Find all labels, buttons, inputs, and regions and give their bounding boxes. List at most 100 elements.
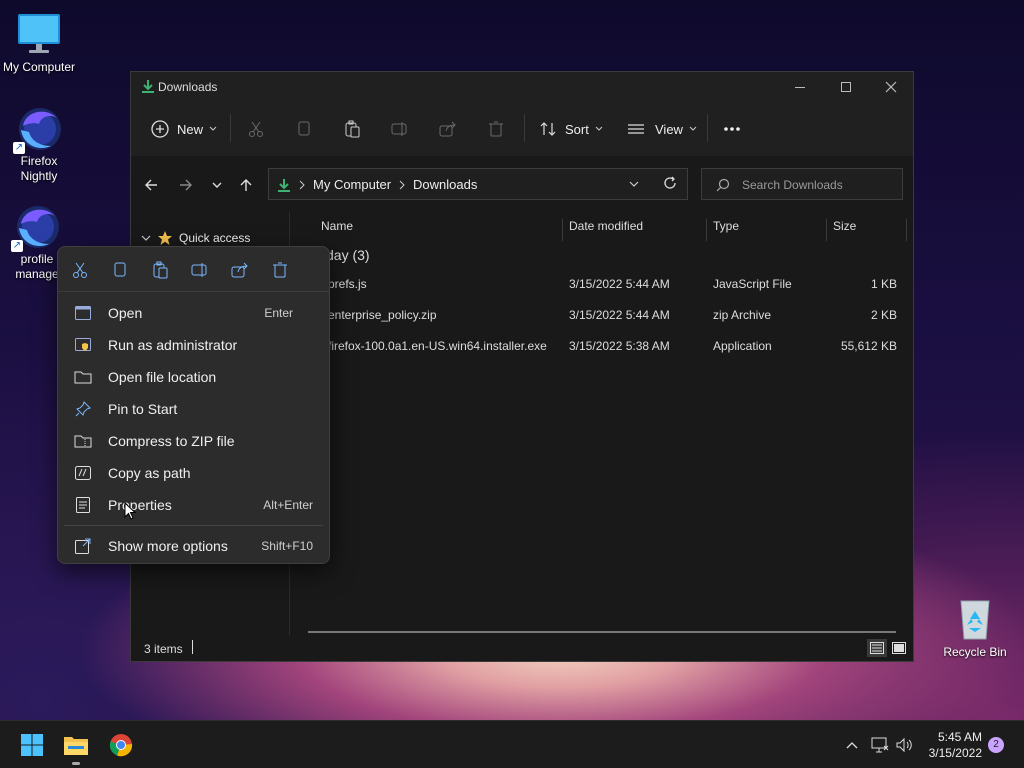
show-hidden-icons-button[interactable] xyxy=(842,735,862,755)
network-icon[interactable] xyxy=(870,735,890,755)
chevron-right-icon xyxy=(399,180,405,190)
start-icon[interactable] xyxy=(16,729,48,761)
search-box[interactable]: Search Downloads xyxy=(701,168,903,200)
menu-item-label: Run as administrator xyxy=(108,337,238,353)
desktop-icon-my-computer[interactable]: My Computer xyxy=(0,10,79,75)
new-label: New xyxy=(177,121,204,137)
download-icon xyxy=(141,79,155,93)
recent-locations-button[interactable] xyxy=(205,173,229,197)
breadcrumb-item[interactable]: My Computer xyxy=(313,177,391,192)
column-header-size[interactable]: Size xyxy=(833,219,856,233)
column-header-name[interactable]: Name xyxy=(321,219,353,233)
more-button[interactable] xyxy=(723,112,741,146)
column-divider xyxy=(562,219,563,241)
arrow-up-icon xyxy=(239,178,253,192)
cut-icon xyxy=(247,120,265,138)
up-button[interactable] xyxy=(234,173,258,197)
column-divider xyxy=(906,219,907,241)
cut-button[interactable] xyxy=(247,112,265,146)
file-date: 3/15/2022 5:44 AM xyxy=(569,308,670,322)
new-button[interactable]: New xyxy=(151,112,217,146)
close-button[interactable] xyxy=(868,72,914,102)
share-button[interactable] xyxy=(439,112,457,146)
menu-item-label: Properties xyxy=(108,497,172,513)
share-icon[interactable] xyxy=(229,259,251,281)
menu-item-open[interactable]: Open Enter xyxy=(64,298,323,328)
context-menu: Open Enter Run as administrator Open fil… xyxy=(57,246,330,564)
sort-button[interactable]: Sort xyxy=(539,112,603,146)
copy-icon xyxy=(295,120,313,138)
horizontal-scrollbar[interactable] xyxy=(308,631,896,633)
cut-icon[interactable] xyxy=(69,259,91,281)
column-header-type[interactable]: Type xyxy=(713,219,739,233)
paste-icon[interactable] xyxy=(149,259,171,281)
sort-label: Sort xyxy=(565,121,589,137)
search-icon xyxy=(716,178,730,192)
menu-item-pin-to-start[interactable]: Pin to Start xyxy=(64,394,323,424)
forward-button[interactable] xyxy=(174,173,198,197)
paste-button[interactable] xyxy=(343,112,361,146)
delete-icon[interactable] xyxy=(269,259,291,281)
copy-icon[interactable] xyxy=(109,259,131,281)
menu-item-properties[interactable]: Properties Alt+Enter xyxy=(64,490,323,520)
status-bar: 3 items xyxy=(131,635,913,661)
file-date: 3/15/2022 5:38 AM xyxy=(569,339,670,353)
address-history-icon[interactable] xyxy=(629,180,639,188)
clock-date: 3/15/2022 xyxy=(928,746,982,760)
menu-item-open-file-location[interactable]: Open file location xyxy=(64,362,323,392)
shield-icon xyxy=(72,334,94,356)
chevron-down-icon xyxy=(595,126,603,132)
file-date: 3/15/2022 5:44 AM xyxy=(569,277,670,291)
path-icon xyxy=(72,462,94,484)
maximize-button[interactable] xyxy=(823,72,869,102)
chevron-down-icon xyxy=(141,234,151,242)
back-button[interactable] xyxy=(139,173,163,197)
view-button[interactable]: View xyxy=(627,112,697,146)
rename-icon[interactable] xyxy=(189,259,211,281)
menu-item-show-more-options[interactable]: Show more options Shift+F10 xyxy=(64,531,323,561)
mouse-cursor-icon xyxy=(124,502,136,520)
refresh-icon[interactable] xyxy=(663,176,677,190)
rename-button[interactable] xyxy=(391,112,409,146)
file-name: firefox-100.0a1.en-US.win64.installer.ex… xyxy=(328,339,547,353)
context-menu-quick-actions xyxy=(58,247,329,292)
status-divider xyxy=(192,640,193,654)
menu-item-run-as-administrator[interactable]: Run as administrator xyxy=(64,330,323,360)
notification-badge[interactable]: 2 xyxy=(988,737,1004,753)
large-icons-view-button[interactable] xyxy=(889,639,909,657)
delete-button[interactable] xyxy=(487,112,505,146)
details-view-button[interactable] xyxy=(867,639,887,657)
minimize-button[interactable] xyxy=(777,72,823,102)
title-bar[interactable]: Downloads xyxy=(131,72,913,102)
table-row[interactable]: enterprise_policy.zip 3/15/2022 5:44 AM … xyxy=(290,299,913,330)
paste-icon xyxy=(343,120,361,138)
group-header[interactable]: day (3) xyxy=(326,247,370,263)
file-size: 55,612 KB xyxy=(840,339,897,353)
table-row[interactable]: prefs.js 3/15/2022 5:44 AM JavaScript Fi… xyxy=(290,268,913,299)
shortcut-arrow-icon: ↗ xyxy=(11,240,23,252)
menu-item-label: Open xyxy=(108,305,143,321)
copy-button[interactable] xyxy=(295,112,313,146)
file-explorer-icon[interactable] xyxy=(60,729,92,765)
desktop-icon-label: My Computer xyxy=(2,60,76,74)
navigation-row: My Computer Downloads Search Downloads xyxy=(131,156,913,212)
table-row[interactable]: firefox-100.0a1.en-US.win64.installer.ex… xyxy=(290,330,913,361)
nav-item-quick-access[interactable]: Quick access xyxy=(141,230,250,246)
system-clock[interactable]: 5:45 AM 3/15/2022 xyxy=(920,729,982,761)
file-type: Application xyxy=(713,339,772,353)
volume-icon[interactable] xyxy=(894,735,914,755)
item-count: 3 items xyxy=(144,642,183,656)
address-bar[interactable]: My Computer Downloads xyxy=(268,168,688,200)
chrome-icon[interactable] xyxy=(105,729,137,761)
taskbar: 5:45 AM 3/15/2022 2 xyxy=(0,720,1024,768)
breadcrumb-item[interactable]: Downloads xyxy=(413,177,477,192)
pin-icon xyxy=(72,398,94,420)
toolbar-divider xyxy=(707,114,708,142)
desktop-icon-firefox-nightly[interactable]: ↗ Firefox Nightly xyxy=(0,104,79,184)
menu-item-compress-to-zip[interactable]: Compress to ZIP file xyxy=(64,426,323,456)
quick-access-label: Quick access xyxy=(179,231,251,245)
column-header-date-modified[interactable]: Date modified xyxy=(569,219,643,233)
desktop-icon-recycle-bin[interactable]: Recycle Bin xyxy=(938,597,1012,659)
search-placeholder: Search Downloads xyxy=(742,178,843,192)
menu-item-copy-as-path[interactable]: Copy as path xyxy=(64,458,323,488)
